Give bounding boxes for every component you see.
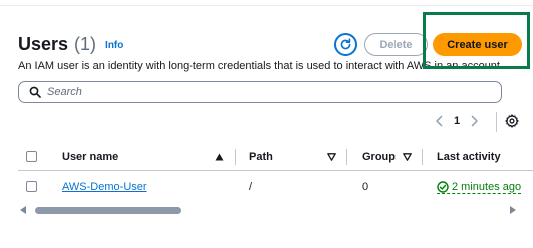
search-field[interactable] xyxy=(18,81,502,103)
top-divider xyxy=(0,0,533,6)
next-page-button[interactable] xyxy=(468,114,482,128)
row-select-checkbox[interactable] xyxy=(26,181,37,192)
path-cell: / xyxy=(249,181,253,193)
user-name-link[interactable]: AWS-Demo-User xyxy=(62,181,147,193)
column-header-last-activity[interactable]: Last activity xyxy=(437,151,501,163)
page-description: An IAM user is an identity with long-ter… xyxy=(18,60,504,72)
create-user-button[interactable]: Create user xyxy=(433,33,522,56)
info-link[interactable]: Info xyxy=(105,40,123,51)
pagination: 1 xyxy=(432,114,482,128)
column-header-user-name[interactable]: User name xyxy=(62,151,118,163)
refresh-button[interactable] xyxy=(334,33,357,56)
horizontal-scrollbar[interactable] xyxy=(18,205,518,215)
column-divider xyxy=(235,149,236,165)
current-page[interactable]: 1 xyxy=(454,115,460,127)
settings-gear-icon[interactable] xyxy=(505,114,519,128)
search-icon xyxy=(29,86,41,98)
scrollbar-thumb[interactable] xyxy=(35,207,181,214)
groups-cell: 0 xyxy=(362,181,369,193)
select-all-checkbox[interactable] xyxy=(26,151,37,162)
column-header-groups[interactable]: Groups xyxy=(362,151,396,163)
pager-divider xyxy=(496,112,497,132)
search-input[interactable] xyxy=(47,86,487,98)
column-divider xyxy=(346,149,347,165)
refresh-icon xyxy=(340,38,351,50)
page-title: Users xyxy=(18,34,69,54)
column-header-path[interactable]: Path xyxy=(249,151,273,163)
table-header-divider xyxy=(18,170,533,171)
previous-page-button[interactable] xyxy=(432,114,446,128)
chevron-left-icon xyxy=(436,115,443,127)
user-count: (1) xyxy=(74,34,97,54)
delete-button[interactable]: Delete xyxy=(364,33,428,56)
scroll-left-arrow-icon[interactable] xyxy=(20,206,26,214)
chevron-right-icon xyxy=(471,115,478,127)
column-divider xyxy=(422,149,423,165)
sort-icon[interactable] xyxy=(403,153,412,161)
scroll-right-arrow-icon[interactable] xyxy=(510,206,516,214)
success-check-icon xyxy=(437,181,449,193)
sort-ascending-icon[interactable] xyxy=(215,153,224,161)
last-activity-text: 2 minutes ago xyxy=(452,181,522,193)
last-activity-cell[interactable]: 2 minutes ago xyxy=(437,181,522,194)
sort-icon[interactable] xyxy=(327,153,336,161)
page-header: Users (1) Info xyxy=(18,34,123,55)
